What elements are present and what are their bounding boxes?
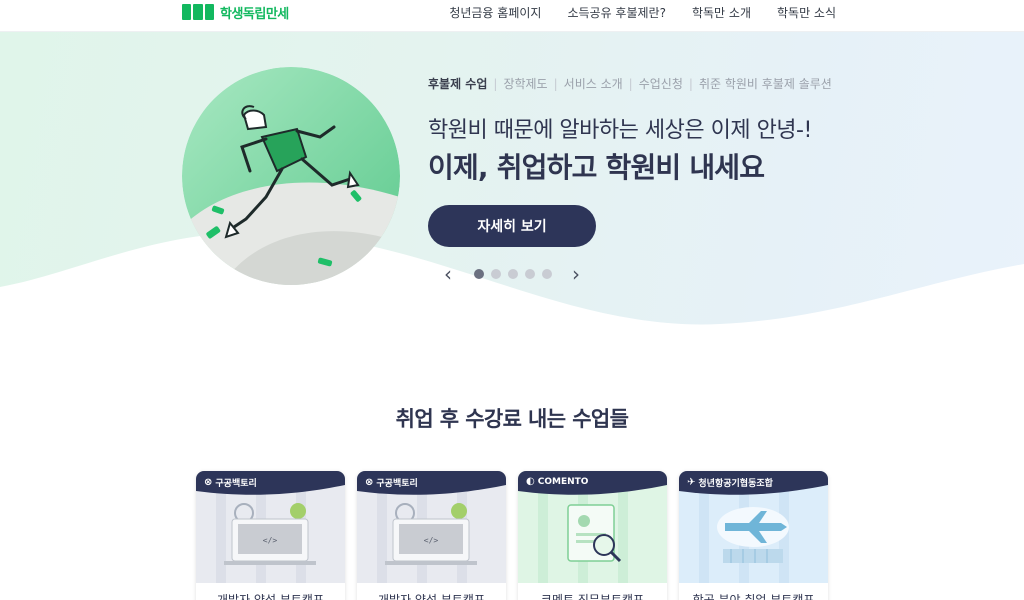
subnav-divider: |: [628, 76, 633, 91]
course-brand: ⊗ 구공백토리: [204, 477, 257, 489]
nav-link-news[interactable]: 학독만 소식: [777, 4, 836, 21]
brand-logo-icon: ⊗: [365, 477, 374, 488]
carousel-dot[interactable]: [542, 269, 552, 279]
nav-link-isa[interactable]: 소득공유 후불제란?: [567, 4, 666, 21]
brand-logo-icon: ⊗: [204, 477, 213, 488]
nav-link-about[interactable]: 학독만 소개: [692, 4, 751, 21]
svg-text:</>: </>: [263, 536, 278, 545]
course-thumbnail: [518, 471, 667, 583]
course-title: 항공 분야 취업 부트캠프: [692, 593, 815, 600]
site-header: 학생독립만세 청년금융 홈페이지 소득공유 후불제란? 학독만 소개 학독만 소…: [0, 0, 1024, 32]
chevron-left-icon[interactable]: ‹: [438, 262, 458, 286]
subnav-item-solution[interactable]: 취준 학원비 후불제 솔루션: [699, 75, 832, 92]
subnav-divider: |: [493, 76, 498, 91]
carousel-dot[interactable]: [491, 269, 501, 279]
course-card[interactable]: ✈ 청년항공기협동조합 항공 분야 취업 부트캠프: [679, 471, 828, 600]
section-title: 취업 후 수강료 내는 수업들: [395, 407, 629, 431]
carousel-dot[interactable]: [474, 269, 484, 279]
learn-more-button[interactable]: 자세히 보기: [428, 205, 596, 247]
hero-illustration: [182, 67, 400, 285]
carousel-dots: [474, 269, 552, 279]
logo[interactable]: 학생독립만세: [182, 2, 289, 22]
logo-icon: [182, 4, 214, 20]
main-nav: 청년금융 홈페이지 소득공유 후불제란? 학독만 소개 학독만 소식: [449, 4, 836, 21]
hero-banner: 후불제 수업 | 장학제도 | 서비스 소개 | 수업신청 | 취준 학원비 후…: [0, 32, 1024, 362]
course-brand: ◐ COMENTO: [526, 476, 589, 487]
chevron-right-icon[interactable]: ›: [566, 262, 586, 286]
carousel-dot[interactable]: [525, 269, 535, 279]
logo-text: 학생독립만세: [220, 6, 289, 22]
course-card[interactable]: ◐ COMENTO 코멘토 직무부트캠프: [518, 471, 667, 600]
course-card[interactable]: </> ⊗ 구공백토리 개발자 양성 부트캠프: [357, 471, 506, 600]
svg-text:</>: </>: [424, 536, 439, 545]
nav-link-youth-finance[interactable]: 청년금융 홈페이지: [449, 4, 541, 21]
course-brand: ✈ 청년항공기협동조합: [687, 477, 773, 489]
subnav-item-scholarship[interactable]: 장학제도: [503, 75, 547, 92]
subnav-divider: |: [553, 76, 558, 91]
course-brand: ⊗ 구공백토리: [365, 477, 418, 489]
hero-subnav: 후불제 수업 | 장학제도 | 서비스 소개 | 수업신청 | 취준 학원비 후…: [428, 75, 832, 92]
course-card[interactable]: </> ⊗ 구공백토리 개발자 양성 부트캠프: [196, 471, 345, 600]
course-title: 개발자 양성 부트캠프: [217, 593, 324, 600]
subnav-item-course-apply[interactable]: 수업신청: [639, 75, 683, 92]
brand-logo-icon: ◐: [526, 476, 535, 487]
subnav-item-deferred-course[interactable]: 후불제 수업: [428, 75, 487, 92]
hero-title: 이제, 취업하고 학원비 내세요: [428, 151, 765, 184]
brand-logo-icon: ✈: [687, 477, 696, 488]
carousel-dot[interactable]: [508, 269, 518, 279]
carousel-pager: ‹ ›: [438, 262, 588, 286]
hero-subtitle: 학원비 때문에 알바하는 세상은 이제 안녕-!: [428, 118, 812, 143]
course-card-list: </> ⊗ 구공백토리 개발자 양성 부트캠프 </> ⊗ 구공백토리 개발자 양성…: [196, 471, 828, 600]
course-title: 개발자 양성 부트캠프: [378, 593, 485, 600]
subnav-item-service-intro[interactable]: 서비스 소개: [564, 75, 623, 92]
subnav-divider: |: [688, 76, 693, 91]
course-title: 코멘토 직무부트캠프: [540, 593, 645, 600]
